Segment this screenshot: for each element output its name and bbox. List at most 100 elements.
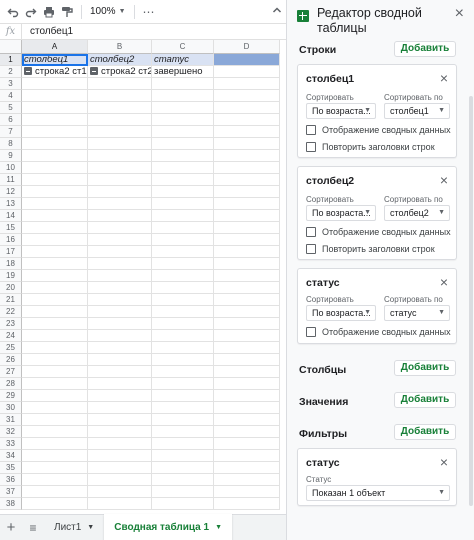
row-header[interactable]: 16 bbox=[0, 234, 22, 246]
grid-cell[interactable] bbox=[214, 66, 280, 78]
grid-cell[interactable] bbox=[88, 258, 152, 270]
grid-cell[interactable] bbox=[22, 174, 88, 186]
row-header[interactable]: 38 bbox=[0, 498, 22, 510]
sheet-tab-list1[interactable]: Лист1 ▼ bbox=[44, 515, 104, 540]
grid-cell[interactable] bbox=[152, 330, 214, 342]
grid-cell[interactable] bbox=[214, 234, 280, 246]
grid-cell[interactable] bbox=[152, 414, 214, 426]
grid-cell[interactable] bbox=[88, 234, 152, 246]
grid-cell[interactable] bbox=[152, 474, 214, 486]
grid-cell[interactable] bbox=[152, 174, 214, 186]
row-header[interactable]: 7 bbox=[0, 126, 22, 138]
spreadsheet-grid[interactable]: A B C D 1 столбец1 столбец2 статус 2 строка2 … bbox=[0, 40, 286, 514]
grid-cell[interactable] bbox=[214, 150, 280, 162]
grid-cell[interactable] bbox=[22, 354, 88, 366]
column-header-b[interactable]: B bbox=[88, 40, 152, 54]
remove-field-icon[interactable]: × bbox=[440, 172, 448, 188]
grid-cell[interactable] bbox=[88, 90, 152, 102]
row-header[interactable]: 13 bbox=[0, 198, 22, 210]
grid-cell[interactable] bbox=[22, 90, 88, 102]
grid-cell[interactable] bbox=[214, 162, 280, 174]
row-header[interactable]: 10 bbox=[0, 162, 22, 174]
grid-cell[interactable] bbox=[152, 258, 214, 270]
grid-cell[interactable] bbox=[214, 246, 280, 258]
grid-cell[interactable] bbox=[22, 450, 88, 462]
grid-cell[interactable] bbox=[22, 306, 88, 318]
grid-cell[interactable] bbox=[214, 270, 280, 282]
grid-cell[interactable] bbox=[214, 138, 280, 150]
close-icon[interactable]: × bbox=[455, 6, 464, 22]
grid-cell[interactable]: строка2 ст1 bbox=[22, 66, 88, 78]
grid-cell[interactable] bbox=[88, 390, 152, 402]
grid-cell[interactable] bbox=[22, 246, 88, 258]
add-columns-button[interactable]: Добавить bbox=[394, 360, 456, 376]
grid-cell[interactable] bbox=[88, 498, 152, 510]
row-header[interactable]: 25 bbox=[0, 342, 22, 354]
remove-field-icon[interactable]: × bbox=[440, 454, 448, 470]
grid-cell[interactable] bbox=[22, 258, 88, 270]
grid-cell[interactable] bbox=[152, 114, 214, 126]
grid-cell[interactable] bbox=[22, 462, 88, 474]
grid-cell[interactable] bbox=[214, 390, 280, 402]
grid-cell[interactable] bbox=[88, 366, 152, 378]
grid-cell[interactable] bbox=[22, 234, 88, 246]
row-header[interactable]: 17 bbox=[0, 246, 22, 258]
grid-cell[interactable] bbox=[152, 354, 214, 366]
grid-cell[interactable] bbox=[152, 378, 214, 390]
grid-cell[interactable] bbox=[22, 486, 88, 498]
grid-cell[interactable] bbox=[22, 186, 88, 198]
grid-cell[interactable] bbox=[88, 402, 152, 414]
grid-cell[interactable] bbox=[152, 198, 214, 210]
grid-cell[interactable] bbox=[152, 186, 214, 198]
grid-cell[interactable] bbox=[22, 210, 88, 222]
grid-cell[interactable] bbox=[88, 474, 152, 486]
sheet-tab-pivot[interactable]: Сводная таблица 1 ▼ bbox=[104, 513, 233, 540]
row-header[interactable]: 24 bbox=[0, 330, 22, 342]
column-header-c[interactable]: C bbox=[152, 40, 214, 54]
grid-cell[interactable] bbox=[22, 162, 88, 174]
grid-cell[interactable] bbox=[214, 450, 280, 462]
remove-field-icon[interactable]: × bbox=[440, 274, 448, 290]
grid-cell[interactable] bbox=[88, 126, 152, 138]
grid-cell[interactable] bbox=[22, 114, 88, 126]
row-header[interactable]: 12 bbox=[0, 186, 22, 198]
grid-cell[interactable] bbox=[88, 414, 152, 426]
panel-scrollbar[interactable] bbox=[469, 96, 473, 506]
row-header[interactable]: 33 bbox=[0, 438, 22, 450]
repeat-labels-checkbox[interactable]: Повторить заголовки строк bbox=[306, 244, 435, 254]
grid-cell[interactable] bbox=[22, 150, 88, 162]
collapse-group-icon[interactable] bbox=[24, 67, 32, 75]
grid-cell[interactable] bbox=[88, 174, 152, 186]
grid-cell[interactable] bbox=[214, 126, 280, 138]
grid-cell[interactable] bbox=[214, 414, 280, 426]
print-icon[interactable] bbox=[42, 5, 55, 18]
grid-cell[interactable] bbox=[88, 114, 152, 126]
row-header[interactable]: 1 bbox=[0, 54, 22, 66]
grid-cell[interactable] bbox=[152, 390, 214, 402]
add-sheet-icon[interactable]: + bbox=[0, 519, 22, 536]
grid-cell[interactable] bbox=[152, 282, 214, 294]
sort-order-select[interactable]: По возраста... ▼ bbox=[306, 205, 376, 221]
grid-cell[interactable] bbox=[214, 498, 280, 510]
grid-cell[interactable] bbox=[214, 462, 280, 474]
grid-cell[interactable] bbox=[22, 414, 88, 426]
add-rows-button[interactable]: Добавить bbox=[394, 41, 456, 57]
grid-cell[interactable] bbox=[88, 150, 152, 162]
grid-cell[interactable] bbox=[152, 162, 214, 174]
show-totals-checkbox[interactable]: Отображение сводных данных bbox=[306, 125, 451, 135]
grid-cell[interactable] bbox=[152, 318, 214, 330]
grid-cell[interactable] bbox=[88, 198, 152, 210]
all-sheets-icon[interactable]: ≡ bbox=[22, 521, 44, 535]
grid-cell[interactable] bbox=[22, 498, 88, 510]
grid-cell[interactable] bbox=[88, 378, 152, 390]
grid-cell[interactable] bbox=[214, 366, 280, 378]
grid-cell[interactable] bbox=[214, 210, 280, 222]
row-header[interactable]: 5 bbox=[0, 102, 22, 114]
row-header[interactable]: 26 bbox=[0, 354, 22, 366]
row-header[interactable]: 9 bbox=[0, 150, 22, 162]
grid-cell[interactable] bbox=[214, 186, 280, 198]
grid-cell[interactable] bbox=[152, 486, 214, 498]
grid-cell[interactable] bbox=[22, 138, 88, 150]
zoom-select[interactable]: 100% ▼ bbox=[90, 6, 126, 17]
grid-cell[interactable] bbox=[88, 282, 152, 294]
